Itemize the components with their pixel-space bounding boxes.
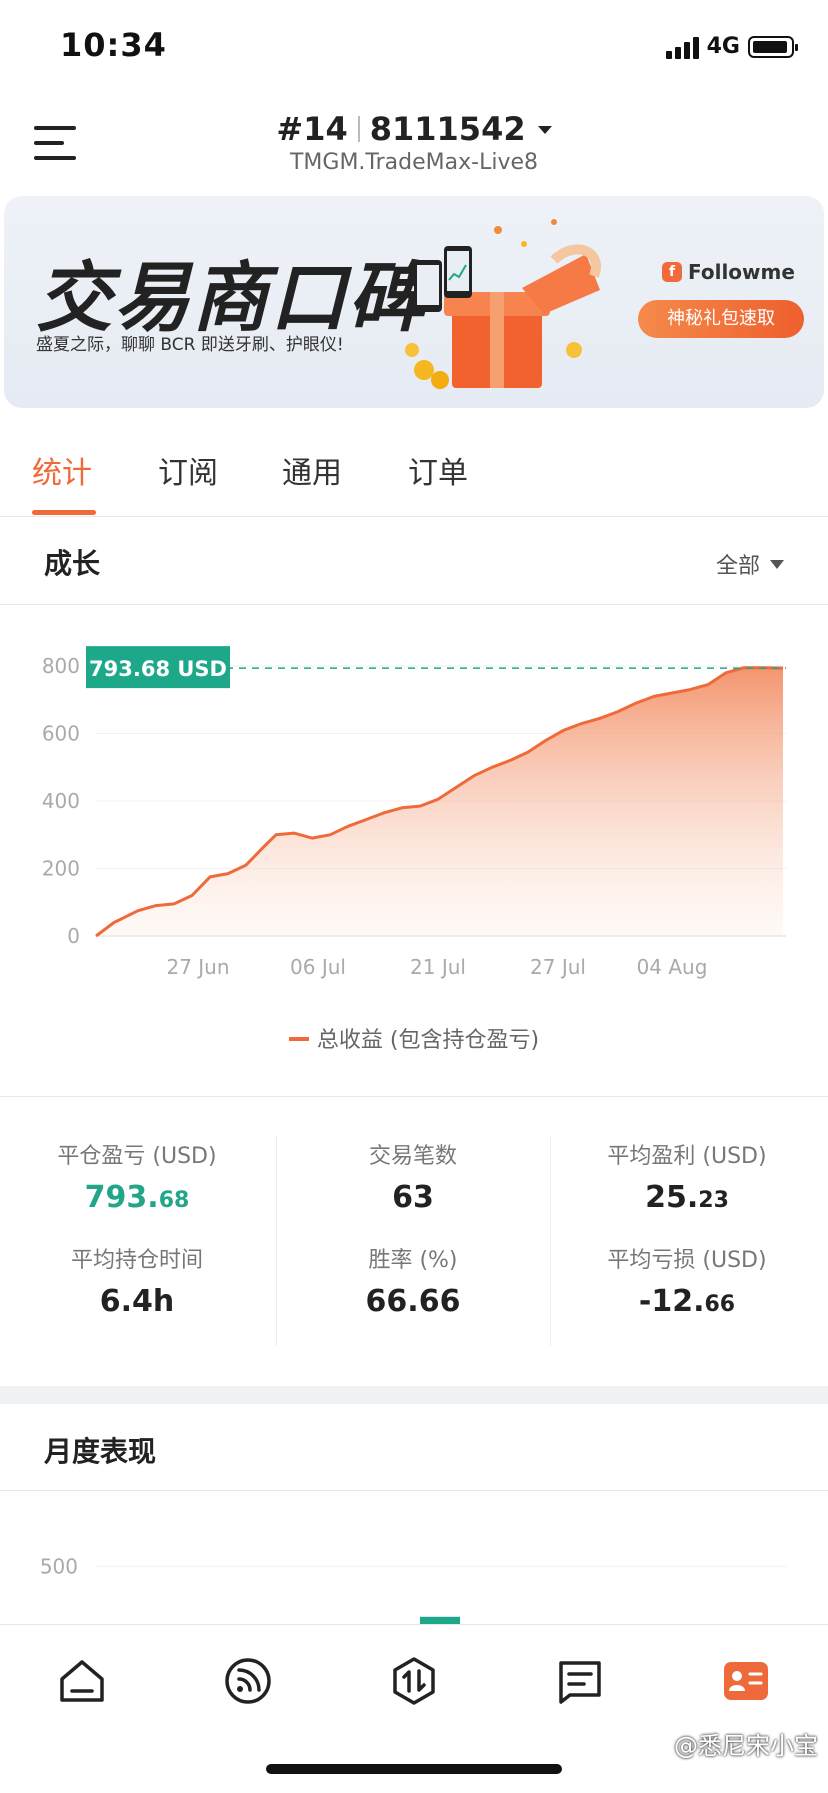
monthly-chart: 400500 (40, 1554, 786, 1624)
stat-trade-count: 交易笔数 63 (276, 1138, 550, 1215)
tab-subscription[interactable]: 订阅 (158, 448, 218, 492)
profile-icon[interactable] (720, 1655, 772, 1707)
stat-value: 66.66 (365, 1284, 461, 1319)
server-name: TMGM.TradeMax-Live8 (289, 150, 538, 175)
gift-pack-button[interactable]: 神秘礼包速取 (638, 300, 804, 338)
stat-value: 63 (392, 1180, 434, 1215)
y-tick-label: 500 (40, 1554, 78, 1578)
banner-subtitle: 盛夏之际，聊聊 BCR 即送牙刷、护眼仪! (36, 335, 344, 355)
stat-label: 平仓盈亏 (USD) (57, 1144, 217, 1169)
section-divider (0, 1096, 828, 1097)
tab-statistics[interactable]: 统计 (32, 448, 92, 492)
y-tick-label: 400 (42, 789, 80, 813)
monthly-title: 月度表现 (44, 1435, 157, 1468)
caret-down-icon (770, 559, 784, 569)
watermark: @悉尼宋小宝 (674, 1732, 818, 1760)
account-selector[interactable]: #14 8111542 (0, 110, 828, 148)
home-indicator[interactable] (266, 1764, 562, 1774)
monthly-bar (420, 1616, 460, 1624)
battery-icon (748, 35, 798, 58)
tab-general[interactable]: 通用 (282, 448, 342, 492)
trade-icon[interactable] (388, 1655, 440, 1707)
chart-legend: 总收益 (包含持仓盈亏) (0, 1022, 828, 1054)
status-indicators: 4G (665, 34, 798, 59)
stat-label: 平均持仓时间 (70, 1248, 203, 1273)
account-index: #14 (276, 110, 348, 148)
stat-label: 平均亏损 (USD) (607, 1248, 767, 1273)
section-separator (0, 1386, 828, 1404)
x-tick-label: 06 Jul (290, 955, 346, 979)
stat-avg-loss: 平均亏损 (USD) -12.66 (550, 1242, 824, 1319)
y-tick-label: 800 (42, 654, 80, 678)
followme-brand: f Followme (662, 260, 795, 284)
stat-win-rate: 胜率 (%) 66.66 (276, 1242, 550, 1319)
scope-label: 全部 (715, 554, 760, 579)
followme-brand-label: Followme (688, 260, 795, 284)
legend-label: 总收益 (包含持仓盈亏) (316, 1028, 540, 1053)
home-icon[interactable] (56, 1655, 108, 1707)
stat-value: 25.23 (645, 1180, 729, 1215)
stat-closed-pnl: 平仓盈亏 (USD) 793.68 (0, 1138, 274, 1215)
y-tick-label: 0 (67, 924, 80, 948)
x-tick-label: 27 Jun (166, 955, 229, 979)
y-tick-label: 200 (42, 857, 80, 881)
section-divider (0, 604, 828, 605)
x-tick-label: 21 Jul (410, 955, 466, 979)
stat-label: 平均盈利 (USD) (607, 1144, 767, 1169)
stat-value: 6.4h (99, 1284, 175, 1319)
stat-label: 胜率 (%) (368, 1248, 458, 1273)
growth-title: 成长 (44, 547, 101, 580)
stat-avg-hold-time: 平均持仓时间 6.4h (0, 1242, 274, 1319)
x-tick-label: 27 Jul (530, 955, 586, 979)
tab-orders[interactable]: 订单 (408, 448, 468, 492)
scope-dropdown[interactable]: 全部 (716, 548, 784, 580)
account-separator (357, 116, 360, 142)
section-divider (0, 1490, 828, 1491)
status-time: 10:34 (60, 26, 167, 64)
legend-swatch (288, 1037, 309, 1041)
followme-logo-icon: f (662, 262, 682, 282)
series-area (96, 667, 783, 936)
tab-bar: 统计 订阅 通用 订单 (0, 408, 828, 517)
account-number: 8111542 (369, 110, 526, 148)
network-type: 4G (706, 34, 740, 59)
message-icon[interactable] (554, 1655, 606, 1707)
gift-box-illustration (405, 219, 601, 389)
stat-value: -12.66 (638, 1284, 736, 1319)
signal-icon (665, 35, 699, 59)
current-value-label: 793.68 USD (89, 657, 227, 681)
y-tick-label: 600 (42, 722, 80, 746)
feed-icon[interactable] (222, 1655, 274, 1707)
promo-banner[interactable]: 交易商口碑 盛夏之际，聊聊 BCR 即送牙刷、护眼仪! f Followme 神… (4, 196, 824, 408)
stat-value: 793.68 (84, 1180, 190, 1215)
active-tab-indicator (32, 510, 96, 515)
growth-chart: 0 200 400 600 800 27 Jun 06 Jul 21 Jul 27 Jul 04 … (42, 646, 786, 979)
stat-avg-profit: 平均盈利 (USD) 25.23 (550, 1138, 824, 1215)
x-tick-label: 04 Aug (637, 955, 708, 979)
stat-label: 交易笔数 (368, 1144, 457, 1169)
chevron-down-icon (537, 126, 552, 134)
